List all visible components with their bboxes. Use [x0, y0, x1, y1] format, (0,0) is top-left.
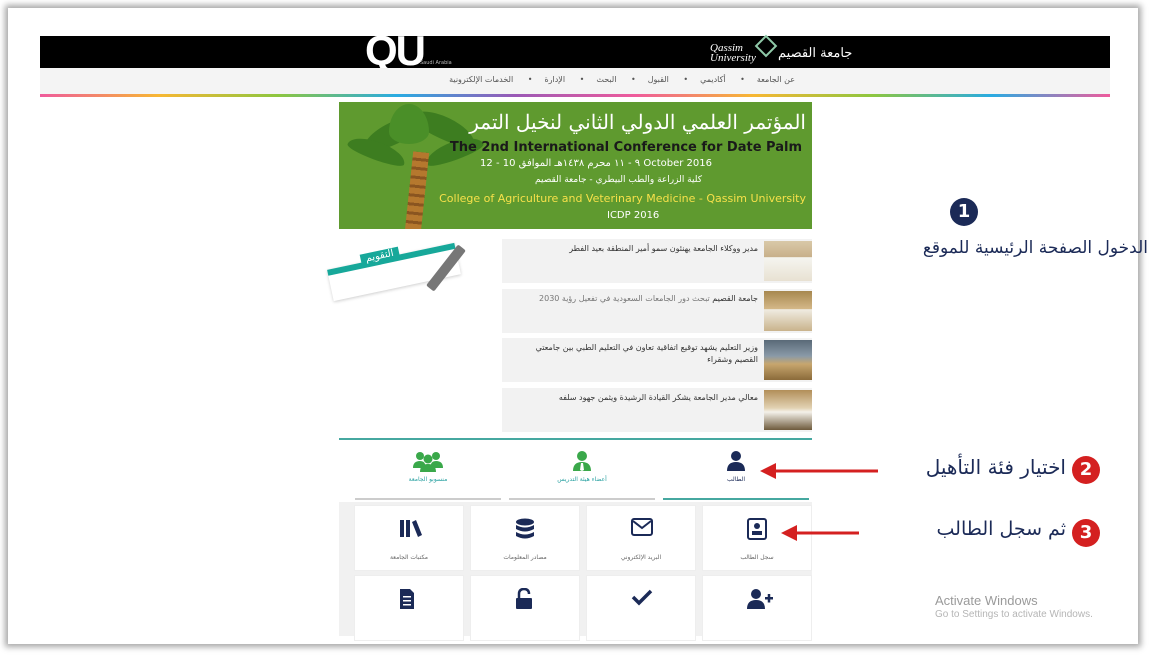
nav-separator-1: •	[740, 75, 745, 84]
user-category-tabs: الطالب أعضاء هيئة التدريس منسوبو الجامعة	[339, 438, 812, 502]
nav-separator-5: •	[527, 75, 533, 84]
university-name-en[interactable]: Qassim University	[710, 43, 756, 64]
news-item[interactable]: مدير ووكلاء الجامعة يهنئون سمو أمير المن…	[502, 239, 812, 283]
news-text: وزير التعليم يشهد توقيع اتفاقية تعاون في…	[535, 343, 758, 364]
qu-logo[interactable]: QU	[365, 30, 426, 72]
top-header-bar: QU Saudi Arabia Qassim University جامعة ا…	[40, 30, 1110, 72]
nav-separator-2: •	[683, 75, 689, 84]
news-item[interactable]: جامعة القصيم تبحث دور الجامعات السعودية …	[502, 289, 812, 333]
document-icon	[400, 589, 414, 609]
tile-check[interactable]	[586, 575, 696, 641]
color-stripe	[40, 94, 1110, 97]
tile-add-user[interactable]	[702, 575, 812, 641]
add-user-icon	[747, 589, 773, 609]
tile-info-sources[interactable]: مصادر المعلومات	[470, 505, 580, 571]
banner-college-ar: كلية الزراعة والطب البيطري - جامعة القصي…	[535, 175, 702, 185]
tile-libraries[interactable]: مكتبات الجامعة	[354, 505, 464, 571]
tab-faculty[interactable]: أعضاء هيئة التدريس	[507, 446, 657, 500]
staff-group-icon	[413, 452, 443, 472]
nav-item-eservices[interactable]: الخدمات الإلكترونية	[449, 75, 513, 84]
tab-underline	[663, 498, 809, 500]
news-text: جامعة القصيم تبحث دور الجامعات السعودية …	[539, 294, 758, 303]
palm-trunk	[404, 151, 430, 229]
step-3-badge: 3	[1072, 519, 1100, 547]
palm-frond-3	[389, 104, 429, 144]
library-icon	[400, 520, 422, 537]
tile-unlock[interactable]	[470, 575, 580, 641]
news-thumbnail	[764, 390, 812, 430]
step-1-text: الدخول الصفحة الرئيسية للموقع	[922, 238, 1148, 258]
tile-document[interactable]	[354, 575, 464, 641]
nav-item-academic[interactable]: أكاديمي	[700, 75, 726, 84]
main-nav: عن الجامعة • أكاديمي • القبول • البحث • الإد…	[40, 68, 1110, 94]
banner-dates: ٩ - ١١ محرم ١٤٣٨هـ الموافق 10 - 12 Octob…	[480, 158, 712, 169]
envelope-icon	[631, 518, 653, 536]
qu-logo-subtitle: Saudi Arabia	[420, 60, 452, 66]
tab-staff[interactable]: منسوبو الجامعة	[353, 446, 503, 500]
calendar-widget[interactable]: التقويم	[327, 242, 479, 302]
step-1-badge: 1	[950, 198, 978, 226]
banner-code: ICDP 2016	[607, 210, 660, 221]
tile-email[interactable]: البريد الإلكتروني	[586, 505, 696, 571]
activate-windows-title: Activate Windows	[935, 593, 1038, 608]
step-2-badge: 2	[1072, 456, 1100, 484]
university-name-ar[interactable]: جامعة القصيم	[778, 46, 852, 61]
activate-windows-subtitle: Go to Settings to activate Windows.	[935, 609, 1093, 620]
nav-item-about[interactable]: عن الجامعة	[757, 75, 795, 84]
tab-label: منسوبو الجامعة	[408, 476, 448, 483]
check-icon	[631, 589, 653, 606]
nav-item-admission[interactable]: القبول	[648, 75, 669, 84]
tile-label: سجل الطالب	[740, 554, 774, 561]
news-thumbnail	[764, 340, 812, 380]
nav-separator-4: •	[579, 75, 585, 84]
nav-items: عن الجامعة • أكاديمي • القبول • البحث • الإد…	[437, 75, 795, 84]
nav-separator-3: •	[631, 75, 636, 84]
unlock-icon	[516, 588, 532, 609]
step-2-text: اختيار فئة التأهيل	[925, 455, 1066, 479]
news-thumbnail	[764, 291, 812, 331]
banner-title-en: The 2nd International Conference for Dat…	[449, 140, 802, 155]
news-item[interactable]: وزير التعليم يشهد توقيع اتفاقية تعاون في…	[502, 338, 812, 382]
conference-banner[interactable]: المؤتمر العلمي الدولي الثاني لنخيل التمر…	[339, 102, 812, 229]
step-3-text: ثم سجل الطالب	[936, 518, 1066, 540]
nav-item-administration[interactable]: الإدارة	[544, 75, 565, 84]
calendar-label: التقويم	[359, 246, 400, 266]
banner-title-ar: المؤتمر العلمي الدولي الثاني لنخيل التمر	[469, 110, 806, 134]
news-thumbnail	[764, 241, 812, 281]
step-3-arrow	[781, 525, 859, 541]
news-item[interactable]: معالي مدير الجامعة يشكر القيادة الرشيدة …	[502, 388, 812, 432]
tile-label: مكتبات الجامعة	[389, 554, 429, 561]
faculty-icon	[573, 451, 591, 471]
news-text: معالي مدير الجامعة يشكر القيادة الرشيدة …	[558, 393, 758, 402]
tab-underline	[355, 498, 501, 500]
student-record-icon	[747, 518, 767, 540]
tile-label: البريد الإلكتروني	[620, 554, 662, 561]
tile-label: مصادر المعلومات	[503, 554, 547, 561]
banner-college-en: College of Agriculture and Veterinary Me…	[439, 192, 806, 205]
university-emblem-icon	[754, 34, 778, 58]
student-icon	[727, 451, 745, 471]
nav-item-research[interactable]: البحث	[596, 75, 616, 84]
news-text: مدير ووكلاء الجامعة يهنئون سمو أمير المن…	[569, 244, 758, 253]
step-2-arrow	[760, 463, 878, 479]
tab-underline	[509, 498, 655, 500]
database-icon	[516, 518, 534, 539]
tab-label: أعضاء هيئة التدريس	[557, 476, 607, 483]
